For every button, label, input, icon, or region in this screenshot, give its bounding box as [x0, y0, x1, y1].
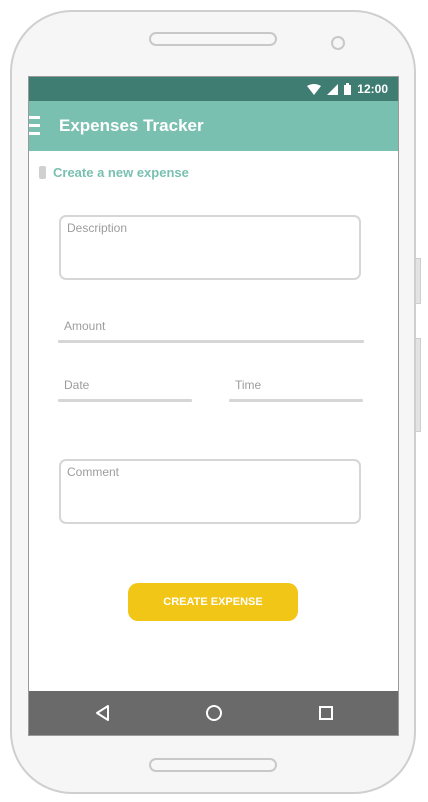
battery-icon: [344, 83, 352, 95]
status-time: 12:00: [357, 82, 388, 96]
status-icons: 12:00: [307, 81, 388, 97]
front-camera: [331, 36, 345, 50]
date-underline: [58, 399, 192, 402]
bottom-speaker: [149, 758, 277, 772]
recents-icon[interactable]: [315, 702, 337, 724]
comment-field[interactable]: Comment: [59, 459, 361, 524]
date-placeholder: Date: [64, 378, 90, 392]
volume-button: [416, 338, 421, 432]
date-field[interactable]: Date: [58, 378, 192, 402]
time-underline: [229, 399, 363, 402]
description-placeholder: Description: [67, 221, 128, 235]
home-icon[interactable]: [203, 702, 225, 724]
status-bar: 12:00: [29, 77, 398, 101]
amount-field[interactable]: Amount: [58, 319, 364, 343]
section-title: Create a new expense: [53, 165, 189, 180]
app-title: Expenses Tracker: [59, 116, 204, 135]
navigation-bar: [29, 691, 398, 735]
comment-placeholder: Comment: [67, 465, 120, 479]
back-icon[interactable]: [91, 702, 113, 724]
amount-underline: [58, 340, 364, 343]
section-marker: [39, 166, 46, 179]
time-placeholder: Time: [235, 378, 262, 392]
create-expense-button[interactable]: CREATE EXPENSE: [128, 583, 298, 621]
description-field[interactable]: Description: [59, 215, 361, 280]
amount-placeholder: Amount: [64, 319, 106, 333]
time-field[interactable]: Time: [229, 378, 363, 402]
earpiece-speaker: [149, 32, 277, 46]
power-button: [416, 258, 421, 304]
menu-icon[interactable]: [29, 116, 41, 136]
wifi-icon: [307, 83, 322, 95]
app-bar: Expenses Tracker: [29, 101, 398, 151]
cell-signal-icon: [327, 83, 339, 95]
screen: 12:00 Expenses Tracker Create a new expe…: [28, 76, 399, 736]
